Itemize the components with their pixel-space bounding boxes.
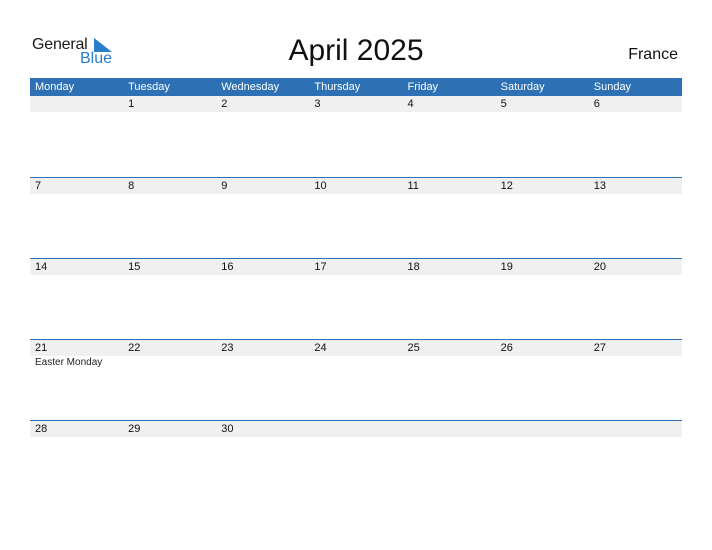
day-number: 13 bbox=[588, 178, 682, 194]
day-number: 11 bbox=[402, 178, 496, 194]
day-cell: 30 bbox=[216, 421, 310, 501]
day-cell: 5 bbox=[495, 96, 589, 177]
day-number: 14 bbox=[30, 259, 124, 275]
day-number: 10 bbox=[309, 178, 403, 194]
day-cell: 1 bbox=[123, 96, 217, 177]
day-number: 1 bbox=[123, 96, 217, 112]
week-row: 123456 bbox=[30, 96, 682, 177]
day-cell bbox=[309, 421, 403, 501]
day-number: 3 bbox=[309, 96, 403, 112]
day-number: 28 bbox=[30, 421, 124, 437]
day-number: 6 bbox=[588, 96, 682, 112]
day-number bbox=[588, 421, 682, 437]
day-number: 17 bbox=[309, 259, 403, 275]
day-cell bbox=[30, 96, 124, 177]
week-row: 14 15 16 17 18 19 20 bbox=[30, 258, 682, 339]
day-cell: 21 Easter Monday bbox=[30, 340, 124, 420]
day-cell: 13 bbox=[588, 178, 682, 258]
day-cell bbox=[402, 421, 496, 501]
day-number: 8 bbox=[123, 178, 217, 194]
day-number bbox=[402, 421, 496, 437]
day-cell: 6 bbox=[588, 96, 682, 177]
day-cell: 2 bbox=[216, 96, 310, 177]
day-cell bbox=[588, 421, 682, 501]
day-number: 15 bbox=[123, 259, 217, 275]
day-cell: 11 bbox=[402, 178, 496, 258]
calendar-grid: Monday Tuesday Wednesday Thursday Friday… bbox=[30, 78, 682, 501]
day-cell: 15 bbox=[123, 259, 217, 339]
day-cell: 24 bbox=[309, 340, 403, 420]
day-number: 22 bbox=[123, 340, 217, 356]
day-cell: 23 bbox=[216, 340, 310, 420]
day-number: 26 bbox=[495, 340, 589, 356]
day-cell: 7 bbox=[30, 178, 124, 258]
day-cell: 18 bbox=[402, 259, 496, 339]
week-row: 7 8 9 10 11 12 13 bbox=[30, 177, 682, 258]
country-label: France bbox=[628, 46, 678, 63]
day-cell: 29 bbox=[123, 421, 217, 501]
weeks-container: 1 2 3 4 5 6 7 8 9 10 11 12 13 14 15 16 17 18 19 20 21 Easter … bbox=[30, 96, 682, 501]
day-number: 7 bbox=[30, 178, 124, 194]
day-cell: 22 bbox=[123, 340, 217, 420]
weekday-header: Monday Tuesday Wednesday Thursday Friday… bbox=[30, 78, 682, 96]
day-number: 27 bbox=[588, 340, 682, 356]
day-number: 18 bbox=[402, 259, 496, 275]
week-row: 28 29 30 bbox=[30, 420, 682, 501]
day-number: 30 bbox=[216, 421, 310, 437]
day-cell: 25 bbox=[402, 340, 496, 420]
day-number: 4 bbox=[402, 96, 496, 112]
day-number: 24 bbox=[309, 340, 403, 356]
holiday-label: Easter Monday bbox=[35, 357, 103, 368]
weekday-sunday: Sunday bbox=[593, 81, 632, 93]
day-number: 21 bbox=[30, 340, 124, 356]
day-cell: 28 bbox=[30, 421, 124, 501]
day-cell: 20 bbox=[588, 259, 682, 339]
day-number: 5 bbox=[495, 96, 589, 112]
day-number: 12 bbox=[495, 178, 589, 194]
weekday-friday: Friday bbox=[407, 81, 439, 93]
week-row: 21 Easter Monday 22 23 24 25 26 27 bbox=[30, 339, 682, 420]
day-cell: 17 bbox=[309, 259, 403, 339]
day-number: 16 bbox=[216, 259, 310, 275]
day-cell: 8 bbox=[123, 178, 217, 258]
day-cell: 26 bbox=[495, 340, 589, 420]
day-number: 20 bbox=[588, 259, 682, 275]
weekday-tuesday: Tuesday bbox=[128, 81, 170, 93]
day-number: 25 bbox=[402, 340, 496, 356]
day-number: 9 bbox=[216, 178, 310, 194]
weekday-thursday: Thursday bbox=[314, 81, 361, 93]
day-cell: 14 bbox=[30, 259, 124, 339]
day-cell: 12 bbox=[495, 178, 589, 258]
day-cell: 19 bbox=[495, 259, 589, 339]
day-cell: 10 bbox=[309, 178, 403, 258]
weekday-saturday: Saturday bbox=[500, 81, 545, 93]
day-number: 2 bbox=[216, 96, 310, 112]
day-number: 23 bbox=[216, 340, 310, 356]
weekday-monday: Monday bbox=[35, 81, 75, 93]
day-number: 19 bbox=[495, 259, 589, 275]
day-cell: 27 bbox=[588, 340, 682, 420]
day-number bbox=[30, 96, 124, 112]
day-number: 29 bbox=[123, 421, 217, 437]
day-cell: 4 bbox=[402, 96, 496, 177]
day-number bbox=[309, 421, 403, 437]
day-number bbox=[495, 421, 589, 437]
day-cell bbox=[495, 421, 589, 501]
day-cell: 9 bbox=[216, 178, 310, 258]
day-cell: 16 bbox=[216, 259, 310, 339]
calendar-title: April 2025 bbox=[288, 34, 424, 67]
weekday-wednesday: Wednesday bbox=[221, 81, 280, 93]
day-cell: 3 bbox=[309, 96, 403, 177]
